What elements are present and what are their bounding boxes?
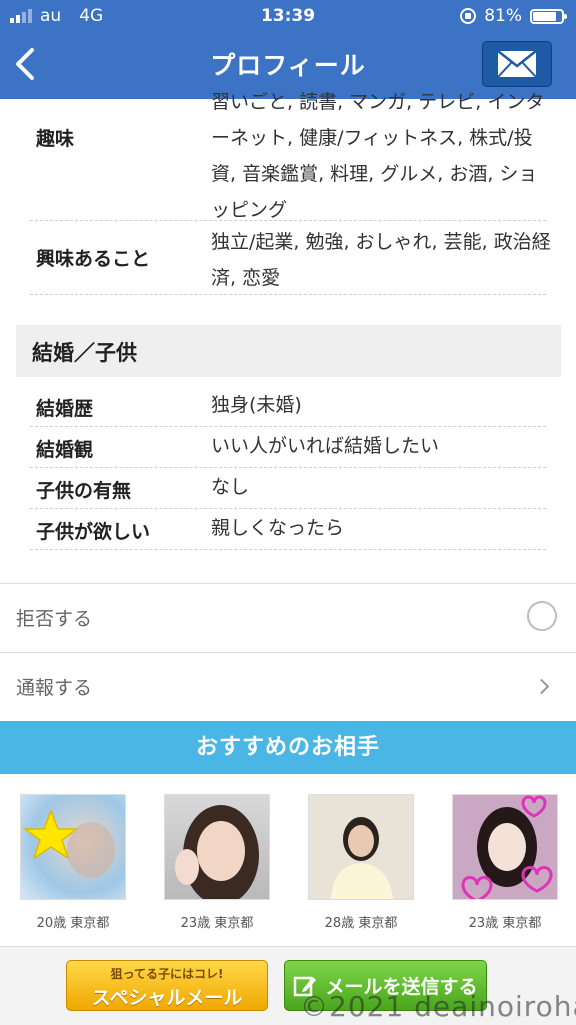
watermark: ©2021 deainoiroha <box>300 990 576 1023</box>
report-option[interactable]: 通報する <box>0 652 576 721</box>
battery-percent: 81% <box>484 6 522 26</box>
user-photo[interactable] <box>20 794 126 900</box>
row-value: 親しくなったら <box>211 517 345 539</box>
special-mail-subtext: 狙ってる子にはコレ! <box>110 967 224 981</box>
recommend-user-card[interactable]: 23歳 東京都 <box>452 794 558 931</box>
row-label: 結婚歴 <box>36 398 94 420</box>
user-caption: 28歳 東京都 <box>324 916 398 931</box>
row-label: 結婚観 <box>36 439 94 461</box>
profile-row-want-children: 子供が欲しい 親しくなったら <box>30 508 546 550</box>
row-label: 子供の有無 <box>36 480 132 502</box>
row-value: 独立/起業, 勉強, おしゃれ, 芸能, 政治経済, 恋愛 <box>211 231 551 289</box>
portrait-image <box>331 817 393 899</box>
battery-icon <box>530 8 567 24</box>
report-label: 通報する <box>16 677 93 699</box>
portrait-image <box>461 795 553 899</box>
recommend-user-card[interactable]: 23歳 東京都 <box>164 794 270 931</box>
special-mail-label: スペシャルメール <box>91 987 243 1009</box>
user-caption: 23歳 東京都 <box>180 916 254 931</box>
reject-option[interactable]: 拒否する <box>0 583 576 652</box>
user-caption: 20歳 東京都 <box>36 916 110 931</box>
row-value: いい人がいれば結婚したい <box>211 435 440 457</box>
recommend-user-card[interactable]: 28歳 東京都 <box>308 794 414 931</box>
profile-row-hobby: 趣味 習いごと, 読書, マンガ, テレビ, インターネット, 健康/フィットネ… <box>30 91 546 221</box>
portrait-image <box>175 805 259 899</box>
special-mail-button[interactable]: 狙ってる子にはコレ! スペシャルメール <box>66 960 268 1011</box>
profile-row-marriage-view: 結婚観 いい人がいれば結婚したい <box>30 426 546 468</box>
row-value: なし <box>211 476 250 498</box>
reject-label: 拒否する <box>16 608 93 630</box>
recommend-banner: おすすめのお相手 <box>0 721 576 774</box>
star-sticker-icon <box>22 808 115 878</box>
user-caption: 23歳 東京都 <box>468 916 542 931</box>
chevron-right-icon <box>533 678 550 695</box>
profile-row-children: 子供の有無 なし <box>30 467 546 509</box>
recommend-user-card[interactable]: 20歳 東京都 <box>20 794 126 931</box>
recommend-list: 20歳 東京都 23歳 東京都 28歳 東京都 23歳 東京都 <box>0 774 576 946</box>
user-photo[interactable] <box>164 794 270 900</box>
reject-radio[interactable] <box>527 601 557 631</box>
rotation-lock-icon <box>460 8 477 24</box>
row-label: 興味あること <box>36 248 151 270</box>
envelope-icon <box>497 50 537 78</box>
row-value: 習いごと, 読書, マンガ, テレビ, インターネット, 健康/フィットネス, … <box>211 91 545 221</box>
row-label: 趣味 <box>36 128 75 150</box>
user-photo[interactable] <box>452 794 558 900</box>
section-header-marriage: 結婚／子供 <box>16 325 561 377</box>
profile-row-interests: 興味あること 独立/起業, 勉強, おしゃれ, 芸能, 政治経済, 恋愛 <box>30 220 551 295</box>
status-bar: au 4G 13:39 81% <box>0 0 576 34</box>
profile-row-marriage-history: 結婚歴 独身(未婚) <box>30 385 546 427</box>
user-photo[interactable] <box>308 794 414 900</box>
mail-button[interactable] <box>482 41 552 87</box>
row-value: 独身(未婚) <box>211 394 302 416</box>
row-label: 子供が欲しい <box>36 521 151 543</box>
section-title: 結婚／子供 <box>32 341 137 365</box>
